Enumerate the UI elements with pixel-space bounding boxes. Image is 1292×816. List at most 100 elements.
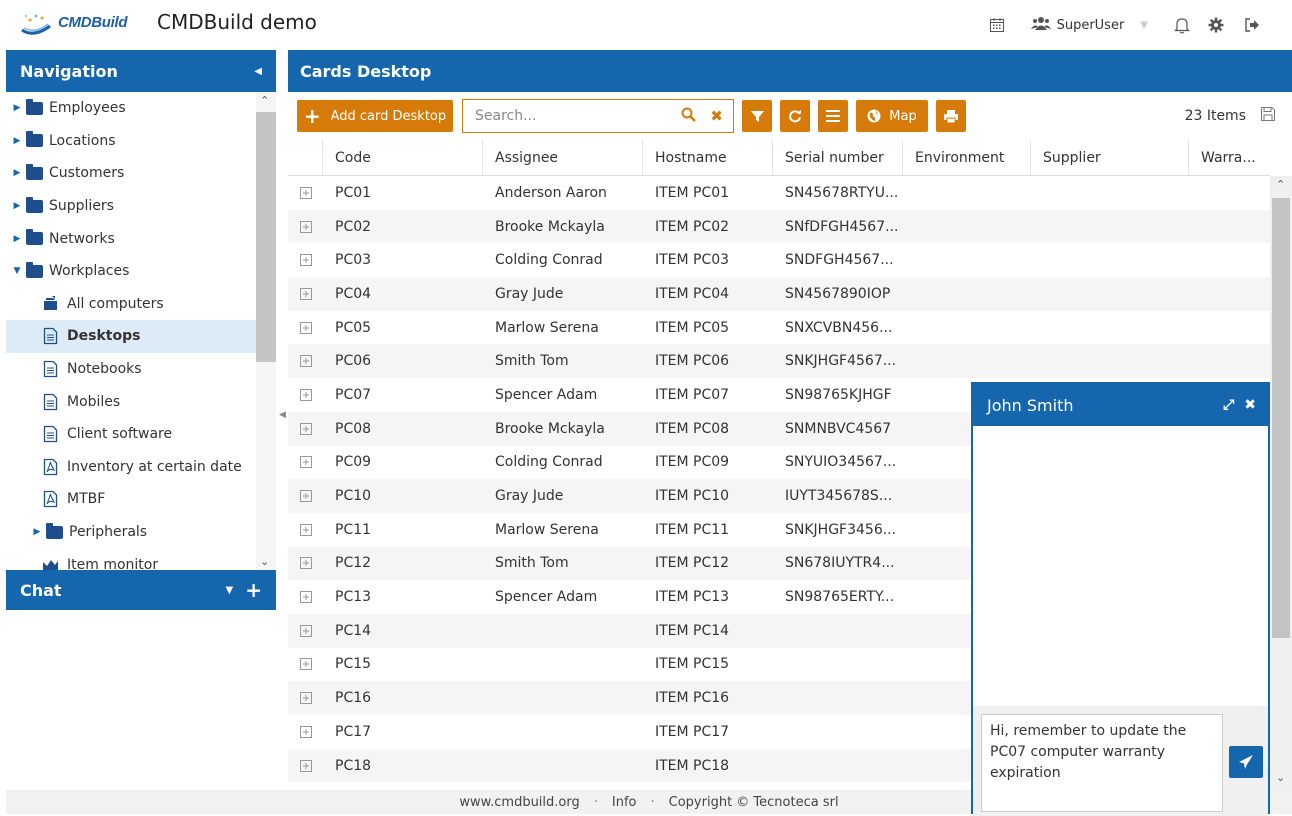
cell-hostname: ITEM PC06 xyxy=(655,353,730,370)
caret-right-icon[interactable]: ▶ xyxy=(12,234,22,244)
sidebar-item-mobiles[interactable]: Mobiles xyxy=(6,385,256,418)
chat-window: John Smith ⤢ ✖ Hi, remember to update th… xyxy=(971,382,1270,816)
sidebar-item-mtbf[interactable]: MTBF xyxy=(6,483,256,516)
collapse-left-icon[interactable]: ◀ xyxy=(254,66,262,77)
expand-row-icon[interactable] xyxy=(288,591,323,604)
caret-right-icon[interactable]: ▶ xyxy=(12,136,22,146)
cell-code: PC08 xyxy=(335,420,372,437)
chat-message-input[interactable]: Hi, remember to update the PC07 computer… xyxy=(981,714,1223,812)
cell-hostname: ITEM PC02 xyxy=(655,218,730,235)
user-name: SuperUser xyxy=(1056,17,1125,33)
table-row[interactable]: PC02 Brooke Mckayla ITEM PC02 SNfDFGH4567..… xyxy=(288,209,1270,244)
map-button[interactable]: Map xyxy=(856,100,928,132)
chat-panel-header: Chat ▼ + xyxy=(6,570,276,610)
expand-row-icon[interactable] xyxy=(288,355,323,368)
close-icon[interactable]: ✖ xyxy=(1244,397,1256,413)
scroll-up-icon[interactable]: ⌃ xyxy=(1276,178,1285,191)
logout-icon[interactable] xyxy=(1238,11,1266,39)
app-logo[interactable]: CMDBuild xyxy=(20,8,142,38)
scroll-down-icon[interactable]: ⌄ xyxy=(260,555,269,568)
save-icon[interactable] xyxy=(1260,106,1276,122)
add-chat-icon[interactable]: + xyxy=(245,578,262,602)
sidebar-item-client-software[interactable]: Client software xyxy=(6,418,256,451)
caret-right-icon[interactable]: ▶ xyxy=(12,201,22,211)
document-icon xyxy=(42,425,67,443)
table-row[interactable]: PC05 Marlow Serena ITEM PC05 SNXCVBN456... xyxy=(288,311,1270,345)
column-header-hostname[interactable]: Hostname xyxy=(643,140,773,175)
caret-right-icon[interactable]: ▶ xyxy=(12,103,22,113)
expand-row-icon[interactable] xyxy=(288,388,323,401)
scrollbar-thumb[interactable] xyxy=(1272,198,1290,638)
expand-icon[interactable]: ⤢ xyxy=(1223,397,1234,413)
expand-row-icon[interactable] xyxy=(288,321,323,334)
expand-row-icon[interactable] xyxy=(288,658,323,671)
expand-row-icon[interactable] xyxy=(288,490,323,503)
column-header-supplier[interactable]: Supplier xyxy=(1031,140,1189,175)
column-header-environment[interactable]: Environment xyxy=(903,140,1031,175)
expand-row-icon[interactable] xyxy=(288,523,323,536)
cell-hostname: ITEM PC01 xyxy=(655,184,730,201)
column-header-serial-number[interactable]: Serial number xyxy=(773,140,903,175)
collapse-left-icon[interactable]: ◀ xyxy=(279,410,286,420)
search-icon[interactable] xyxy=(681,107,697,126)
sidebar-item-locations[interactable]: ▶ Locations xyxy=(6,125,256,158)
sidebar-item-customers[interactable]: ▶ Customers xyxy=(6,157,256,190)
expand-row-icon[interactable] xyxy=(288,254,323,267)
navigation-scrollbar[interactable]: ⌃ ⌄ xyxy=(256,92,276,570)
column-header-assignee[interactable]: Assignee xyxy=(483,140,643,175)
calendar-icon[interactable] xyxy=(983,11,1011,39)
cell-hostname: ITEM PC10 xyxy=(655,488,730,505)
bell-icon[interactable] xyxy=(1168,11,1196,39)
clear-search-icon[interactable]: ✖ xyxy=(710,107,723,125)
send-button[interactable] xyxy=(1229,746,1263,778)
cell-serial-number: SNKJHGF4567... xyxy=(785,353,897,370)
scroll-up-icon[interactable]: ⌃ xyxy=(260,94,269,107)
table-row[interactable]: PC03 Colding Conrad ITEM PC03 SNDFGH4567... xyxy=(288,243,1270,277)
expand-row-icon[interactable] xyxy=(288,422,323,435)
print-button[interactable] xyxy=(936,100,966,132)
sidebar-item-suppliers[interactable]: ▶ Suppliers xyxy=(6,190,256,223)
table-row[interactable]: PC04 Gray Jude ITEM PC04 SN4567890IOP xyxy=(288,277,1270,311)
search-input[interactable]: Search... ✖ xyxy=(462,99,734,133)
expand-row-icon[interactable] xyxy=(288,624,323,637)
sidebar-item-item-monitor[interactable]: Item monitor xyxy=(6,548,256,570)
expand-row-icon[interactable] xyxy=(288,456,323,469)
caret-right-icon[interactable]: ▶ xyxy=(12,168,22,178)
table-row[interactable]: PC06 Smith Tom ITEM PC06 SNKJHGF4567... xyxy=(288,344,1270,379)
sidebar-item-desktops[interactable]: Desktops xyxy=(6,320,256,353)
menu-button[interactable] xyxy=(818,100,848,132)
filter-button[interactable] xyxy=(742,100,772,132)
scrollbar-thumb[interactable] xyxy=(256,112,276,362)
column-header-warra[interactable]: Warra... xyxy=(1189,140,1270,175)
sidebar-item-workplaces[interactable]: ▼ Workplaces xyxy=(6,255,256,288)
cell-hostname: ITEM PC12 xyxy=(655,555,730,572)
scroll-down-icon[interactable]: ⌄ xyxy=(1276,771,1285,784)
sidebar-item-employees[interactable]: ▶ Employees xyxy=(6,92,256,125)
cell-code: PC15 xyxy=(335,656,372,673)
table-row[interactable]: PC01 Anderson Aaron ITEM PC01 SN45678RTYU..… xyxy=(288,176,1270,210)
refresh-button[interactable] xyxy=(780,100,810,132)
gear-icon[interactable] xyxy=(1202,11,1230,39)
sidebar-item-peripherals[interactable]: ▶ Peripherals xyxy=(6,516,256,549)
expand-row-icon[interactable] xyxy=(288,759,323,772)
expand-row-icon[interactable] xyxy=(288,725,323,738)
panel-splitter[interactable]: ◀ xyxy=(276,50,288,790)
sidebar-item-networks[interactable]: ▶ Networks xyxy=(6,222,256,255)
caret-down-icon[interactable]: ▼ xyxy=(12,266,22,276)
footer-site-link[interactable]: www.cmdbuild.org xyxy=(459,795,579,810)
expand-row-icon[interactable] xyxy=(288,186,323,199)
expand-row-icon[interactable] xyxy=(288,220,323,233)
footer-info-link[interactable]: Info xyxy=(612,795,637,810)
expand-row-icon[interactable] xyxy=(288,557,323,570)
sidebar-item-all-computers[interactable]: All computers xyxy=(6,288,256,321)
chevron-down-icon[interactable]: ▼ xyxy=(226,585,234,596)
add-card-button[interactable]: + Add card Desktop xyxy=(297,100,453,132)
sidebar-item-notebooks[interactable]: Notebooks xyxy=(6,353,256,386)
expand-row-icon[interactable] xyxy=(288,287,323,300)
caret-right-icon[interactable]: ▶ xyxy=(32,527,42,537)
grid-scrollbar[interactable]: ⌃ ⌄ xyxy=(1270,176,1292,790)
user-menu[interactable]: SuperUser ▼ xyxy=(1030,15,1148,35)
sidebar-item-inventory-at-certain-date[interactable]: Inventory at certain date xyxy=(6,451,256,484)
column-header-code[interactable]: Code xyxy=(323,140,483,175)
expand-row-icon[interactable] xyxy=(288,692,323,705)
